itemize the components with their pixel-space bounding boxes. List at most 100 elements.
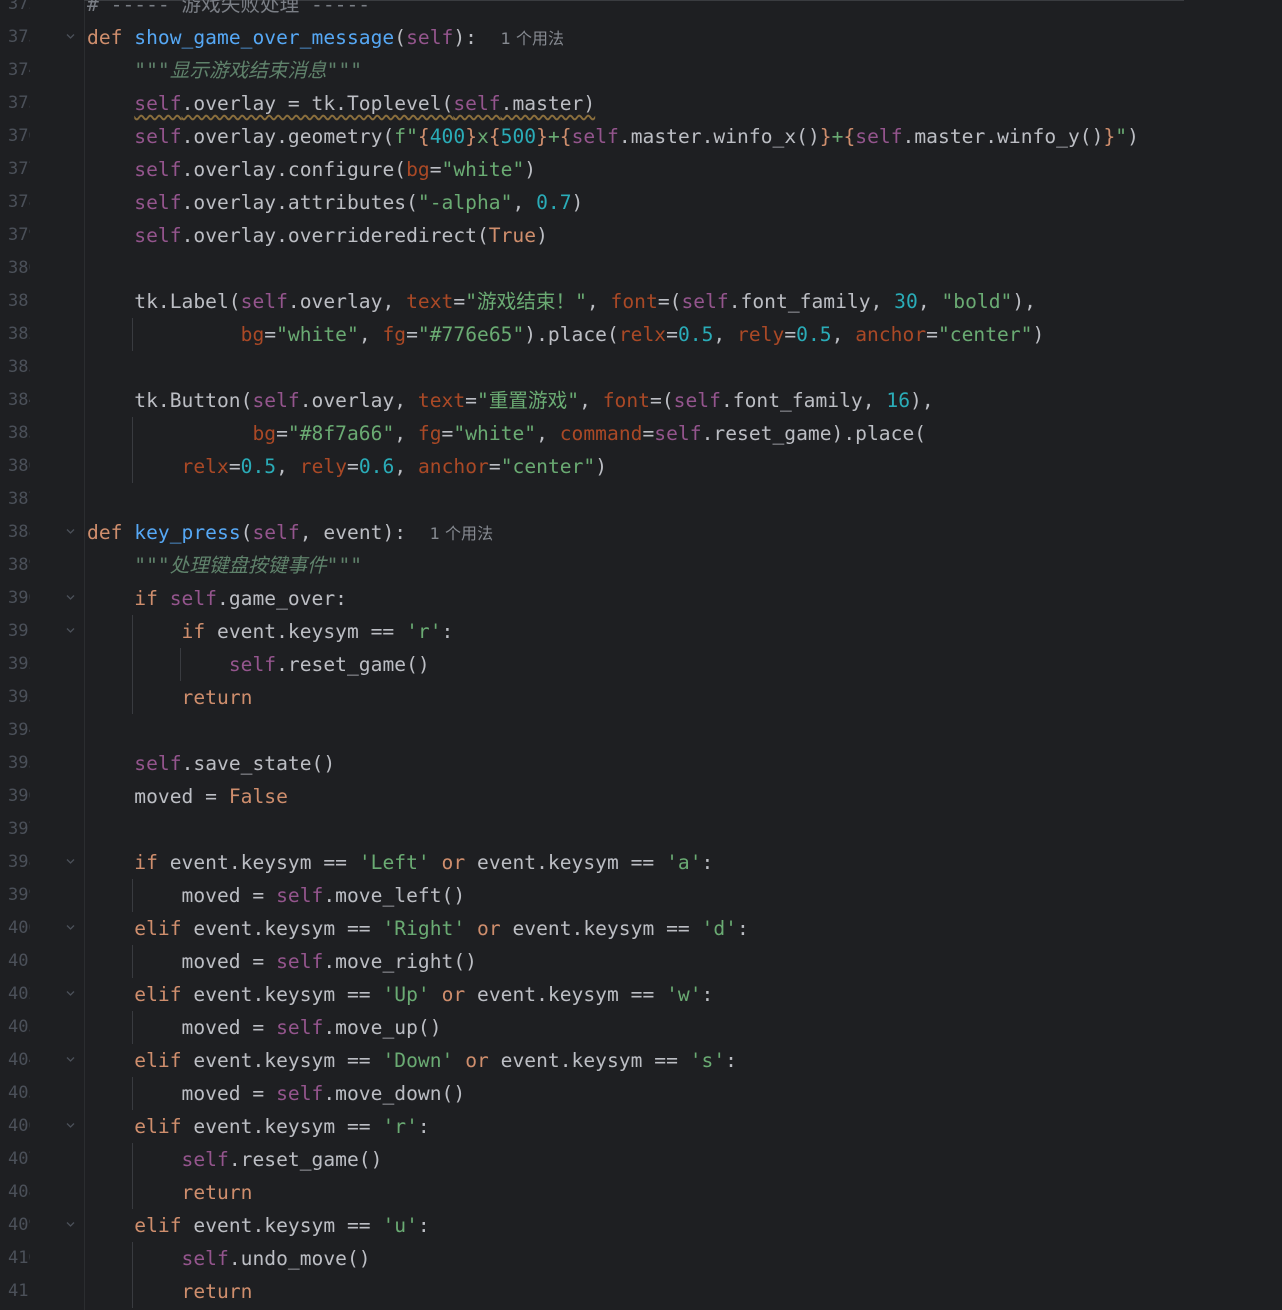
code-line[interactable]: 391 if event.keysym == 'r': xyxy=(0,615,1282,648)
code-text[interactable]: self.save_state() xyxy=(87,747,335,780)
code-line[interactable]: 394 xyxy=(0,714,1282,747)
code-line[interactable]: 387 xyxy=(0,483,1282,516)
code-line[interactable]: 388 def key_press(self, event): 1 个用法 xyxy=(0,516,1282,549)
line-number-text: 396 xyxy=(8,786,30,806)
code-text[interactable]: self.reset_game() xyxy=(87,648,430,681)
code-line[interactable]: 402 elif event.keysym == 'Up' or event.k… xyxy=(0,978,1282,1011)
code-line[interactable]: 389 """处理键盘按键事件""" xyxy=(0,549,1282,582)
code-line[interactable]: 380 xyxy=(0,252,1282,285)
fold-chevron-icon[interactable] xyxy=(66,33,75,41)
fold-chevron-icon[interactable] xyxy=(66,1221,75,1229)
fold-chevron-icon[interactable] xyxy=(66,990,75,998)
code-text[interactable]: tk.Label(self.overlay, text="游戏结束！", fon… xyxy=(87,285,1036,318)
line-number: 396 xyxy=(0,780,30,813)
usage-hint[interactable]: 1 个用法 xyxy=(430,524,493,543)
code-line[interactable]: 411 return xyxy=(0,1275,1282,1308)
code-text[interactable]: self.overlay = tk.Toplevel(self.master) xyxy=(87,87,595,120)
code-line[interactable]: 405 moved = self.move_down() xyxy=(0,1077,1282,1110)
code-text[interactable]: bg="white", fg="#776e65").place(relx=0.5… xyxy=(87,318,1045,351)
code-text[interactable]: elif event.keysym == 'u': xyxy=(87,1209,430,1242)
code-text[interactable]: tk.Button(self.overlay, text="重置游戏", fon… xyxy=(87,384,934,417)
code-token: : xyxy=(417,1214,430,1237)
code-line[interactable]: 378 self.overlay.attributes("-alpha", 0.… xyxy=(0,186,1282,219)
code-line[interactable]: 376 self.overlay.geometry(f"{400}x{500}+… xyxy=(0,120,1282,153)
code-text[interactable]: relx=0.5, rely=0.6, anchor="center") xyxy=(87,450,607,483)
fold-chevron-icon[interactable] xyxy=(66,858,75,866)
code-line[interactable]: 382 bg="white", fg="#776e65").place(relx… xyxy=(0,318,1282,351)
code-text[interactable]: self.overlay.attributes("-alpha", 0.7) xyxy=(87,186,583,219)
code-text[interactable]: self.undo_move() xyxy=(87,1242,371,1275)
fold-chevron-icon[interactable] xyxy=(66,528,75,536)
code-token: : xyxy=(701,851,714,874)
code-text[interactable]: return xyxy=(87,681,253,714)
code-line[interactable]: 395 self.save_state() xyxy=(0,747,1282,780)
code-text[interactable]: """显示游戏结束消息""" xyxy=(87,54,362,87)
code-text[interactable]: moved = self.move_down() xyxy=(87,1077,466,1110)
code-text[interactable]: elif event.keysym == 'Right' or event.ke… xyxy=(87,912,749,945)
code-text[interactable]: elif event.keysym == 'Up' or event.keysy… xyxy=(87,978,713,1011)
code-line[interactable]: 373 def show_game_over_message(self): 1 个… xyxy=(0,21,1282,54)
code-text[interactable]: if event.keysym == 'r': xyxy=(87,615,454,648)
code-line[interactable]: 386 relx=0.5, rely=0.6, anchor="center") xyxy=(0,450,1282,483)
code-line[interactable]: 372 # ----- 游戏失败处理 ----- xyxy=(0,0,1282,21)
code-text[interactable]: def show_game_over_message(self): 1 个用法 xyxy=(87,21,564,54)
code-line[interactable]: 406 elif event.keysym == 'r': xyxy=(0,1110,1282,1143)
code-text[interactable]: self.overlay.configure(bg="white") xyxy=(87,153,536,186)
code-text[interactable]: moved = self.move_up() xyxy=(87,1011,442,1044)
code-line[interactable]: 396 moved = False xyxy=(0,780,1282,813)
fold-chevron-icon[interactable] xyxy=(66,924,75,932)
code-line[interactable]: 393 return xyxy=(0,681,1282,714)
code-line[interactable]: 404 elif event.keysym == 'Down' or event… xyxy=(0,1044,1282,1077)
code-text[interactable]: elif event.keysym == 'Down' or event.key… xyxy=(87,1044,737,1077)
code-editor[interactable]: 372 # ----- 游戏失败处理 ----- 373 def show_game_… xyxy=(0,0,1282,1310)
fold-chevron-icon[interactable] xyxy=(66,1122,75,1130)
code-line[interactable]: 407 self.reset_game() xyxy=(0,1143,1282,1176)
fold-chevron-icon[interactable] xyxy=(66,627,75,635)
code-text[interactable]: self.reset_game() xyxy=(87,1143,383,1176)
code-line[interactable]: 410 self.undo_move() xyxy=(0,1242,1282,1275)
code-line[interactable]: 379 self.overlay.overrideredirect(True) xyxy=(0,219,1282,252)
code-line[interactable]: 385 bg="#8f7a66", fg="white", command=se… xyxy=(0,417,1282,450)
code-line[interactable]: 399 moved = self.move_left() xyxy=(0,879,1282,912)
code-text[interactable]: self.overlay.geometry(f"{400}x{500}+{sel… xyxy=(87,120,1139,153)
code-line[interactable]: 392 self.reset_game() xyxy=(0,648,1282,681)
code-token: "white" xyxy=(441,158,525,181)
code-token: 'w' xyxy=(666,983,702,1006)
code-token: return xyxy=(181,1280,253,1303)
code-line[interactable]: 381 tk.Label(self.overlay, text="游戏结束！",… xyxy=(0,285,1282,318)
code-line[interactable]: 397 xyxy=(0,813,1282,846)
code-text[interactable]: return xyxy=(87,1275,253,1308)
code-text[interactable]: return xyxy=(87,1176,253,1209)
code-text[interactable]: moved = self.move_right() xyxy=(87,945,477,978)
code-token: 0.6 xyxy=(358,455,395,478)
code-text[interactable]: # ----- 游戏失败处理 ----- xyxy=(87,0,370,21)
code-line[interactable]: 377 self.overlay.configure(bg="white") xyxy=(0,153,1282,186)
code-line[interactable]: 384 tk.Button(self.overlay, text="重置游戏",… xyxy=(0,384,1282,417)
code-text[interactable]: bg="#8f7a66", fg="white", command=self.r… xyxy=(87,417,926,450)
code-line[interactable]: 408 return xyxy=(0,1176,1282,1209)
code-text[interactable]: self.overlay.overrideredirect(True) xyxy=(87,219,548,252)
code-line[interactable]: 390 if self.game_over: xyxy=(0,582,1282,615)
code-text[interactable]: elif event.keysym == 'r': xyxy=(87,1110,430,1143)
code-text[interactable]: if event.keysym == 'Left' or event.keysy… xyxy=(87,846,713,879)
fold-chevron-icon[interactable] xyxy=(66,1056,75,1064)
fold-chevron-icon[interactable] xyxy=(66,594,75,602)
code-line[interactable]: 403 moved = self.move_up() xyxy=(0,1011,1282,1044)
code-line[interactable]: 400 elif event.keysym == 'Right' or even… xyxy=(0,912,1282,945)
code-text[interactable]: moved = False xyxy=(87,780,288,813)
usage-hint[interactable]: 1 个用法 xyxy=(501,29,564,48)
code-line[interactable]: 383 xyxy=(0,351,1282,384)
code-line[interactable]: 374 """显示游戏结束消息""" xyxy=(0,54,1282,87)
code-text[interactable]: def key_press(self, event): 1 个用法 xyxy=(87,516,493,549)
code-token: : xyxy=(441,620,454,643)
code-text[interactable]: if self.game_over: xyxy=(87,582,347,615)
code-text[interactable]: moved = self.move_left() xyxy=(87,879,466,912)
code-line[interactable]: 401 moved = self.move_right() xyxy=(0,945,1282,978)
code-line[interactable]: 409 elif event.keysym == 'u': xyxy=(0,1209,1282,1242)
code-text[interactable]: """处理键盘按键事件""" xyxy=(87,549,362,582)
code-line[interactable]: 398 if event.keysym == 'Left' or event.k… xyxy=(0,846,1282,879)
code-token: x xyxy=(477,125,489,148)
line-number: 405 xyxy=(0,1077,30,1110)
code-line[interactable]: 375 self.overlay = tk.Toplevel(self.mast… xyxy=(0,87,1282,120)
